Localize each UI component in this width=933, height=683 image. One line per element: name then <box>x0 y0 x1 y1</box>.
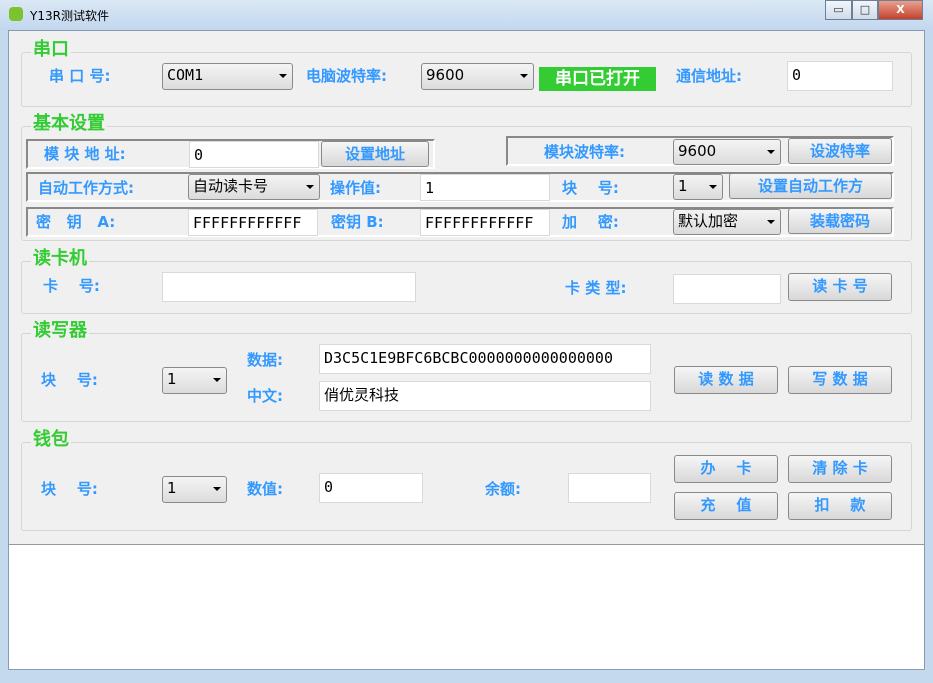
chevron-down-icon <box>213 378 221 382</box>
rw-block-label: 块 号: <box>41 371 98 389</box>
key-a-label: 密 钥 A: <box>36 213 116 231</box>
reader-group-title: 读卡机 <box>31 248 89 269</box>
chevron-down-icon <box>767 220 775 224</box>
encrypt-select[interactable]: 默认加密 <box>673 209 781 235</box>
chevron-down-icon <box>709 185 717 189</box>
op-value-label: 操作值: <box>330 179 381 197</box>
pc-baud-label: 电脑波特率: <box>306 67 387 85</box>
title-bar: Y13R测试软件 ▭ □ X <box>0 0 933 30</box>
wallet-block-label: 块 号: <box>41 480 98 498</box>
read-data-button[interactable]: 读 数 据 <box>674 366 778 394</box>
port-select[interactable]: COM1 <box>162 63 293 90</box>
basic-group-title: 基本设置 <box>31 113 107 134</box>
module-baud-select[interactable]: 9600 <box>673 139 781 165</box>
serial-group-title: 串口 <box>31 39 71 60</box>
set-baud-button[interactable]: 设波特率 <box>788 138 892 164</box>
set-auto-mode-button[interactable]: 设置自动工作方 <box>729 173 892 199</box>
chinese-input[interactable]: 俏优灵科技 <box>319 381 651 411</box>
chevron-down-icon <box>306 185 314 189</box>
block-select[interactable]: 1 <box>673 174 723 200</box>
rw-group-title: 读写器 <box>31 320 89 341</box>
charge-button[interactable]: 充 值 <box>674 492 778 520</box>
value-input[interactable]: 0 <box>319 473 423 503</box>
app-icon <box>9 7 23 21</box>
data-label: 数据: <box>247 351 283 369</box>
port-label: 串 口 号: <box>49 67 111 85</box>
client-area: 串口 串 口 号: COM1 电脑波特率: 9600 串口已打开 通信地址: 0… <box>8 30 925 670</box>
chinese-label: 中文: <box>247 387 283 405</box>
data-input[interactable]: D3C5C1E9BFC6BCBC0000000000000000 <box>319 344 651 374</box>
pc-baud-select[interactable]: 9600 <box>421 63 534 90</box>
module-addr-label: 模 块 地 址: <box>44 145 126 163</box>
wallet-group-title: 钱包 <box>31 429 71 450</box>
card-no-label: 卡 号: <box>43 277 100 295</box>
wallet-block-select[interactable]: 1 <box>162 476 227 503</box>
read-card-button[interactable]: 读 卡 号 <box>788 273 892 301</box>
key-a-input[interactable]: FFFFFFFFFFFF <box>188 209 318 236</box>
rw-block-value: 1 <box>167 370 177 388</box>
chevron-down-icon <box>767 150 775 154</box>
chevron-down-icon <box>279 74 287 78</box>
minimize-button[interactable]: ▭ <box>825 0 852 20</box>
chevron-down-icon <box>213 487 221 491</box>
log-output[interactable] <box>9 544 924 669</box>
pc-baud-value: 9600 <box>426 66 465 84</box>
auto-mode-select[interactable]: 自动读卡号 <box>188 174 320 200</box>
load-key-button[interactable]: 装载密码 <box>788 208 892 234</box>
encrypt-value: 默认加密 <box>678 212 739 230</box>
window-title: Y13R测试软件 <box>30 9 109 23</box>
module-addr-input[interactable]: 0 <box>189 141 319 168</box>
auto-mode-value: 自动读卡号 <box>193 177 269 195</box>
port-value: COM1 <box>167 66 204 84</box>
close-button[interactable]: X <box>878 0 923 20</box>
comm-addr-label: 通信地址: <box>676 67 742 85</box>
module-baud-label: 模块波特率: <box>544 143 625 161</box>
maximize-button[interactable]: □ <box>852 0 878 20</box>
block-label: 块 号: <box>562 179 619 197</box>
auto-mode-label: 自动工作方式: <box>38 179 134 197</box>
module-baud-value: 9600 <box>678 142 717 160</box>
key-b-input[interactable]: FFFFFFFFFFFF <box>420 209 550 236</box>
chevron-down-icon <box>520 74 528 78</box>
deduct-button[interactable]: 扣 款 <box>788 492 892 520</box>
write-data-button[interactable]: 写 数 据 <box>788 366 892 394</box>
block-value: 1 <box>678 177 688 195</box>
encrypt-label: 加 密: <box>562 213 619 231</box>
serial-status-badge: 串口已打开 <box>539 67 656 91</box>
issue-card-button[interactable]: 办 卡 <box>674 455 778 483</box>
op-value-input[interactable]: 1 <box>420 174 550 201</box>
card-type-label: 卡 类 型: <box>565 279 627 297</box>
comm-addr-input[interactable]: 0 <box>787 61 893 91</box>
balance-input[interactable] <box>568 473 651 503</box>
wallet-block-value: 1 <box>167 479 177 497</box>
rw-block-select[interactable]: 1 <box>162 367 227 394</box>
value-label: 数值: <box>247 480 283 498</box>
clear-card-button[interactable]: 清 除 卡 <box>788 455 892 483</box>
wallet-group <box>21 442 912 531</box>
card-type-input[interactable] <box>673 274 781 304</box>
key-b-label: 密钥 B: <box>331 213 384 231</box>
set-address-button[interactable]: 设置地址 <box>321 141 429 167</box>
card-no-input[interactable] <box>162 272 416 302</box>
balance-label: 余额: <box>485 480 521 498</box>
